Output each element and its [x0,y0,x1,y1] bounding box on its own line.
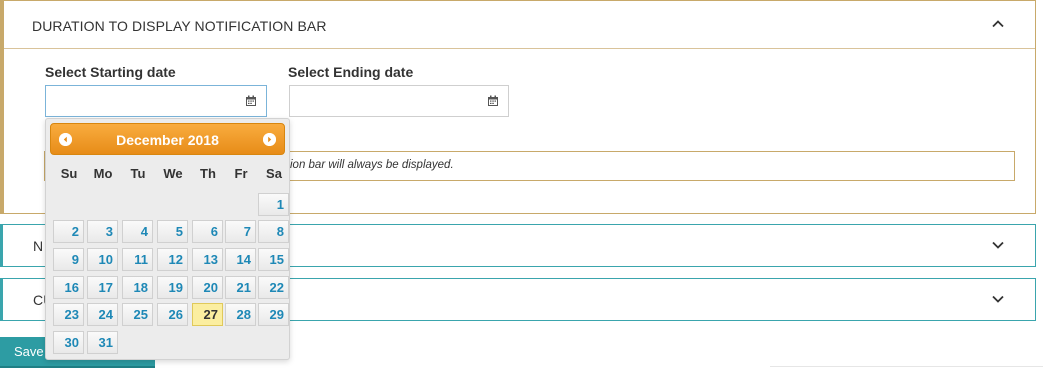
calendar-day[interactable]: 4 [122,220,153,243]
calendar-icon[interactable] [245,95,257,107]
calendar-day[interactable]: 24 [87,303,118,326]
calendar-day[interactable]: 17 [87,276,118,299]
weekday-header: We [163,166,183,181]
weekday-header: Su [60,166,78,181]
calendar-day[interactable]: 25 [122,303,153,326]
calendar-day[interactable]: 6 [192,220,223,243]
next-month-icon[interactable] [263,133,276,146]
chevron-down-icon[interactable] [991,238,1005,252]
chevron-up-icon[interactable] [991,17,1005,31]
weekday-header: Tu [130,166,146,181]
calendar-day[interactable]: 29 [258,303,289,326]
calendar-day[interactable]: 10 [87,248,118,271]
end-date-input[interactable] [289,85,509,117]
divider [770,366,1043,367]
calendar-day[interactable]: 3 [87,220,118,243]
datepicker: December 2018 Su Mo Tu We Th Fr Sa 1 2 3 4 5 6 7 8 9 10… [45,118,290,360]
calendar-day[interactable]: 19 [157,276,188,299]
end-date-label: Select Ending date [288,64,414,80]
calendar-day[interactable]: 31 [87,331,118,354]
calendar-day[interactable]: 26 [157,303,188,326]
calendar-day[interactable]: 14 [225,248,256,271]
calendar-day[interactable]: 28 [225,303,256,326]
calendar-day[interactable]: 16 [53,276,84,299]
datepicker-month-year: December 2018 [116,132,219,148]
info-note-text: ion bar will always be displayed. [290,159,454,171]
chevron-down-icon[interactable] [991,292,1005,306]
calendar-day[interactable]: 8 [258,220,289,243]
calendar-day[interactable]: 20 [192,276,223,299]
calendar-day[interactable]: 5 [157,220,188,243]
calendar-day[interactable]: 12 [157,248,188,271]
panel-n-title: N [33,238,44,254]
weekday-header: Fr [234,166,248,181]
calendar-day[interactable]: 9 [53,248,84,271]
duration-panel-header[interactable]: DURATION TO DISPLAY NOTIFICATION BAR [4,1,1035,49]
calendar-day[interactable]: 22 [258,276,289,299]
calendar-day[interactable]: 13 [192,248,223,271]
weekday-header: Mo [93,166,113,181]
datepicker-header: December 2018 [50,123,285,155]
start-date-label: Select Starting date [45,64,176,80]
calendar-day[interactable]: 21 [225,276,256,299]
start-date-input[interactable] [45,85,267,117]
calendar-day[interactable]: 2 [53,220,84,243]
weekday-header: Sa [266,166,282,181]
calendar-day[interactable]: 30 [53,331,84,354]
calendar-day[interactable]: 23 [53,303,84,326]
calendar-day[interactable]: 1 [258,193,289,216]
calendar-day[interactable]: 15 [258,248,289,271]
calendar-icon[interactable] [487,95,499,107]
calendar-day[interactable]: 7 [225,220,256,243]
calendar-day[interactable]: 11 [122,248,153,271]
duration-panel-title: DURATION TO DISPLAY NOTIFICATION BAR [32,18,327,34]
calendar-day[interactable]: 27 [192,303,223,326]
weekday-header: Th [200,166,216,181]
calendar-day[interactable]: 18 [122,276,153,299]
